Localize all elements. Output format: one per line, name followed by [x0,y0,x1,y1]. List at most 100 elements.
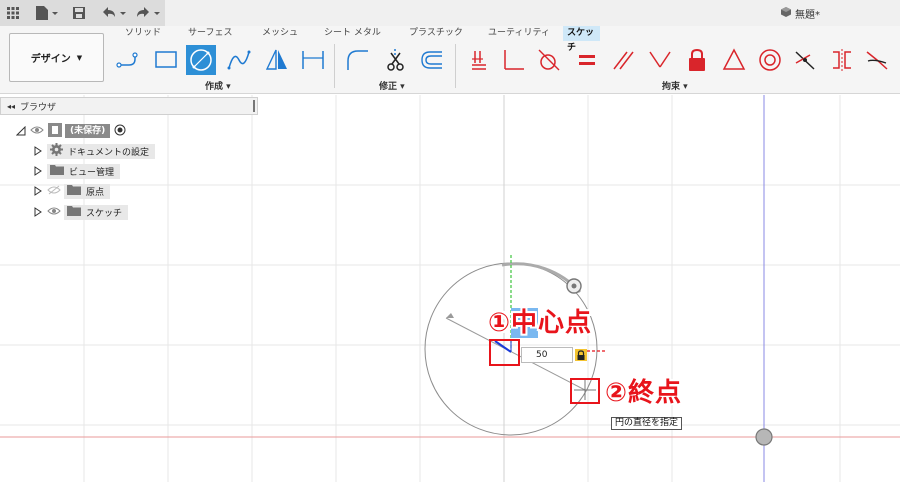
end-point-highlight-box [570,378,600,404]
tab-sheet-metal[interactable]: シート メタル [320,26,385,41]
folder-icon [50,164,64,178]
tab-utilities[interactable]: ユーティリティ [484,26,554,41]
tab-plastic[interactable]: プラスチック [405,26,467,41]
tab-solid[interactable]: ソリッド [121,26,165,41]
scissors-icon [387,49,404,71]
tree-root[interactable]: (未保存) [16,122,126,140]
equal-icon [579,55,595,65]
annotation-center-number: ① [488,308,512,338]
ribbon-separator [455,44,456,88]
eye-icon[interactable] [47,206,61,219]
tree-item-label: ドキュメントの設定 [68,147,150,158]
save-icon[interactable] [72,4,86,22]
mirror-icon [265,49,287,70]
hv-constraint-icon [472,51,486,70]
panel-resize-handle[interactable] [253,100,255,112]
annotation-end-point: ②終点 [605,372,682,409]
dimension-tool-button[interactable] [298,45,328,75]
annotation-center-text: 心点 [538,308,593,338]
tree-item-document-settings[interactable]: ドキュメントの設定 [33,143,156,159]
gear-icon [50,143,63,159]
file-menu-icon[interactable] [34,4,58,22]
tree-item-origin[interactable]: 原点 [33,183,111,199]
tree-item-label-box: 原点 [64,183,111,199]
circle-diameter-icon [190,49,212,71]
browser-panel-header: ◂◂ ブラウザ [0,97,258,115]
cube-icon [780,6,792,21]
fix-constraint-button[interactable] [682,45,712,75]
tree-item-sketches[interactable]: スケッチ [33,204,129,220]
eye-icon[interactable] [30,125,44,138]
coincident-constraint-button[interactable] [499,45,529,75]
workspace-switcher-button[interactable]: デザイン ▼ [9,33,104,82]
hidden-eye-icon[interactable] [47,185,61,198]
spline-tool-button[interactable] [224,45,254,75]
perpendicular-constraint-icon [649,51,671,68]
constraints-group-label[interactable]: 拘束 ▾ [662,79,688,92]
fillet-tool-button[interactable] [343,45,373,75]
undo-icon[interactable] [100,4,126,22]
diameter-input[interactable]: 50 [521,347,573,363]
concentric-constraint-button[interactable] [755,45,785,75]
line-tool-button[interactable] [113,45,143,75]
create-group-label[interactable]: 作成 ▾ [205,79,231,92]
trim-tool-button[interactable] [381,45,411,75]
offset-tool-button[interactable] [417,45,447,75]
rectangle-tool-button[interactable] [151,45,181,75]
folder-icon [67,205,81,219]
collapsed-triangle-icon[interactable] [33,206,43,218]
ribbon-separator [334,44,335,88]
parallel-constraint-button[interactable] [608,45,638,75]
modify-group-label[interactable]: 修正 ▾ [379,79,405,92]
folder-icon [67,184,81,198]
tree-item-view-management[interactable]: ビュー管理 [33,163,121,179]
circle-tool-button[interactable] [186,45,216,75]
collinear-icon [795,51,815,70]
expanded-triangle-icon[interactable] [16,125,26,137]
mirror-tool-button[interactable] [262,45,292,75]
tree-item-label-box: ビュー管理 [47,163,121,179]
curvature-constraint-button[interactable] [862,45,892,75]
tree-root-label: (未保存) [65,124,111,138]
tree-item-label: 原点 [86,187,105,198]
tab-surface[interactable]: サーフェス [184,26,236,41]
tab-sketch[interactable]: スケッチ [563,26,600,53]
tangent-icon [538,49,560,71]
perpendicular-constraint-button[interactable] [645,45,675,75]
circle-grip-dot [571,283,577,289]
annotation-center-highlight: 中 [511,308,539,338]
activate-radio-icon[interactable] [114,124,126,139]
tree-item-label: ビュー管理 [69,167,115,178]
parallel-icon [613,51,634,70]
tangent-constraint-button[interactable] [534,45,564,75]
annotation-end-number: ② [605,378,629,408]
horizontal-vertical-constraint-button[interactable] [464,45,494,75]
annotation-end-text: 終点 [628,378,683,408]
curvature-icon [866,51,888,70]
equal-constraint-button[interactable] [572,45,602,75]
browser-title: ◂◂ ブラウザ [7,100,56,113]
collapsed-triangle-icon[interactable] [33,165,43,177]
ribbon: デザイン ▼ ソリッド サーフェス メッシュ シート メタル プラスチック ユー… [0,26,900,94]
app-grid-icon[interactable] [6,4,20,22]
symmetry-constraint-button[interactable] [827,45,857,75]
symmetry-icon [833,49,851,71]
tree-item-label-box: スケッチ [64,204,129,220]
collapsed-triangle-icon[interactable] [33,145,43,157]
collapsed-triangle-icon[interactable] [33,185,43,197]
tree-item-label: スケッチ [86,208,123,219]
component-icon [48,122,62,140]
center-point-highlight-box [489,339,520,366]
document-title-text: 無題* [795,10,820,21]
collapse-panel-icon[interactable]: ◂◂ [7,102,15,111]
tooltip: 円の直径を指定 [611,417,683,430]
rectangle-tool-icon [155,51,177,68]
redo-icon[interactable] [134,4,160,22]
midpoint-constraint-button[interactable] [719,45,749,75]
lock-icon [689,48,705,71]
tab-mesh[interactable]: メッシュ [258,26,302,41]
fillet-icon [347,50,368,70]
lock-icon[interactable] [575,349,587,361]
collinear-constraint-button[interactable] [790,45,820,75]
origin-point[interactable] [755,428,773,446]
